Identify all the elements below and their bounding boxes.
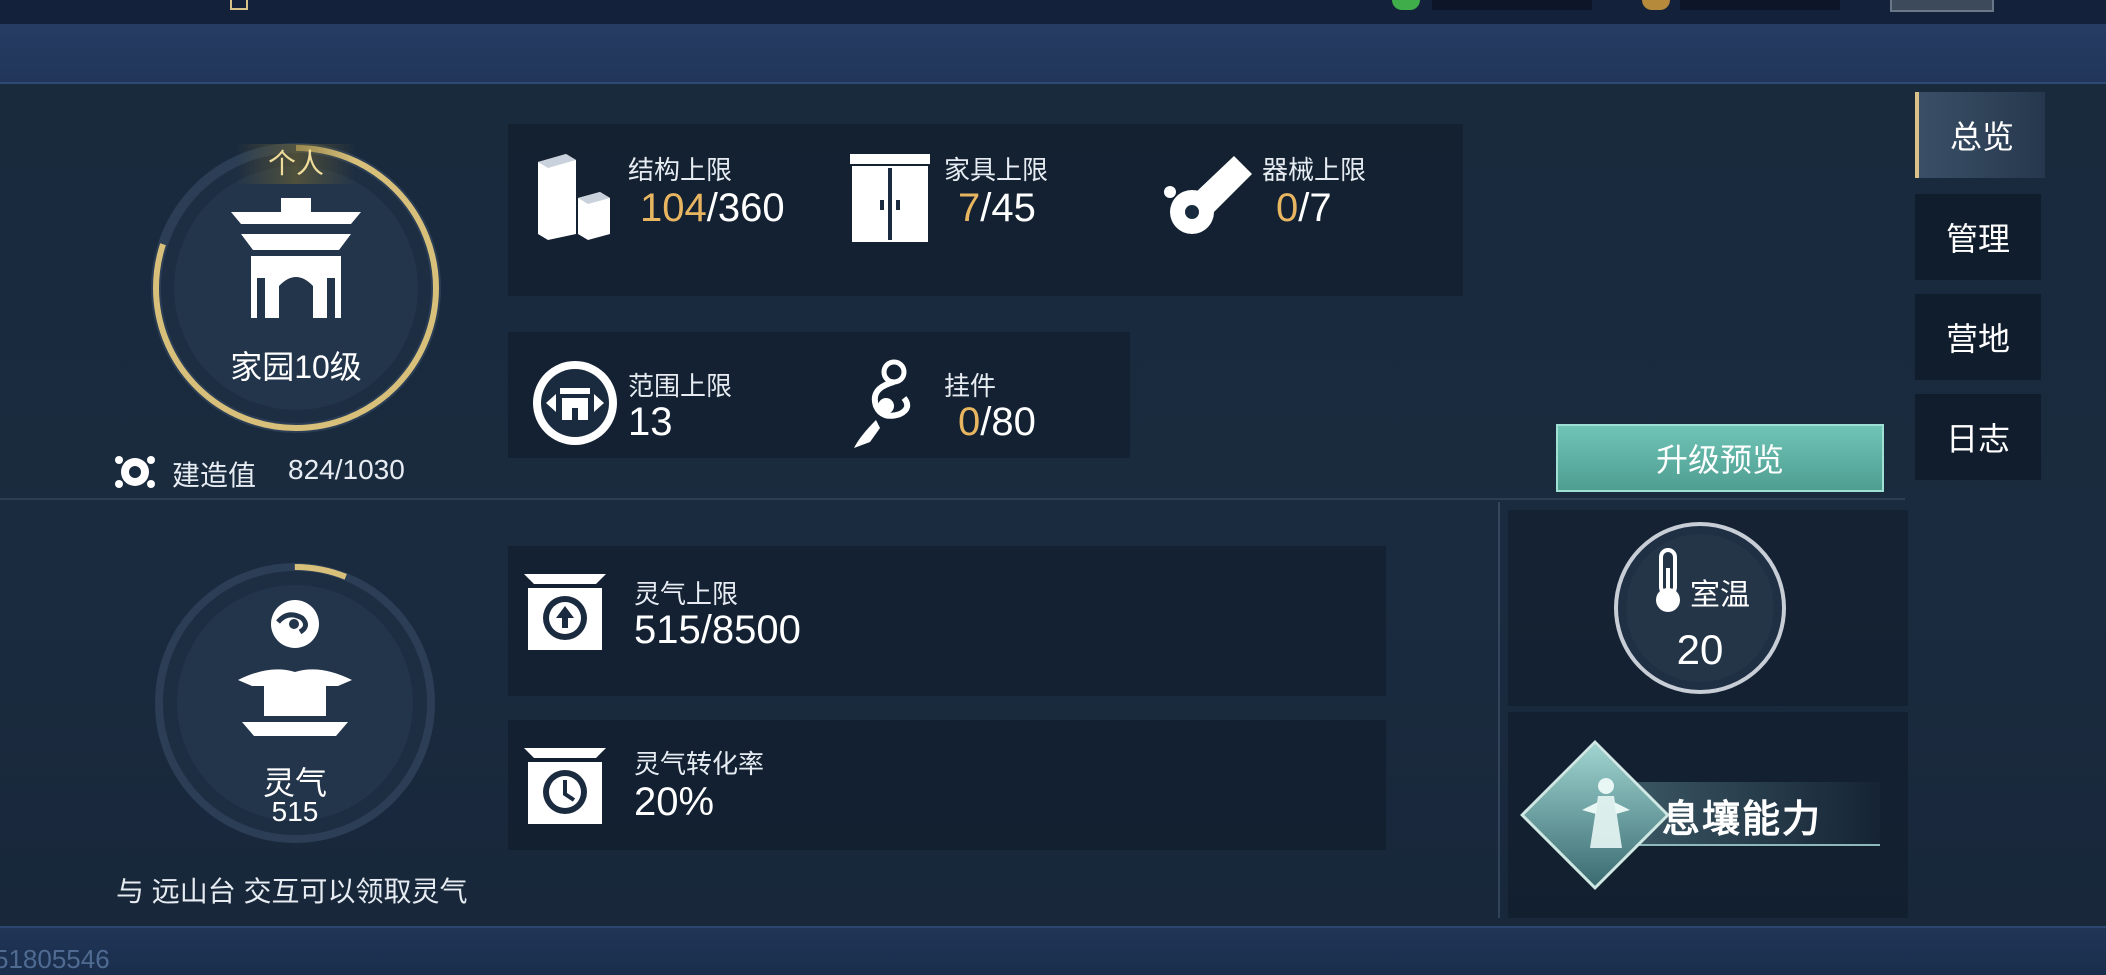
structure-blocks-icon — [530, 148, 620, 244]
home-emblem[interactable]: 个人 家园10级 — [146, 138, 446, 438]
diamond-icon — [230, 0, 248, 10]
equipment-current: 0 — [1276, 186, 1299, 230]
pendant-label: 挂件 — [944, 371, 997, 401]
cannon-icon — [1160, 150, 1256, 240]
green-gem-icon — [1392, 0, 1420, 10]
home-badge: 个人 — [236, 144, 356, 184]
structure-max: /360 — [706, 186, 785, 230]
spirit-cap-value: 515/8500 — [634, 608, 801, 652]
structure-value: 104/360 — [640, 186, 785, 231]
furniture-label: 家具上限 — [944, 155, 1049, 185]
pavilion-icon — [221, 194, 371, 324]
build-points-value: 824/1030 — [288, 454, 405, 485]
card-divider — [1498, 502, 1500, 918]
currency-bar — [1680, 0, 1840, 10]
furniture-max: /45 — [980, 186, 1036, 230]
range-label: 范围上限 — [628, 371, 733, 401]
pendant-current: 0 — [958, 400, 981, 444]
coin-icon — [1642, 0, 1670, 10]
equipment-label: 器械上限 — [1262, 155, 1367, 185]
structure-current: 104 — [640, 186, 707, 230]
goddess-icon — [1578, 774, 1634, 854]
furniture-current: 7 — [958, 186, 981, 230]
equipment-value: 0/7 — [1276, 186, 1332, 231]
tab-manage[interactable]: 管理 — [1915, 194, 2041, 280]
wardrobe-icon — [846, 150, 934, 244]
player-id: 51805546 — [0, 944, 110, 974]
section-divider — [0, 498, 1905, 500]
spirit-rate-icon — [520, 740, 610, 830]
build-points-icon — [113, 452, 157, 492]
range-icon — [530, 358, 620, 448]
tab-label: 日志 — [1945, 421, 2010, 457]
ability-button[interactable]: 息壤能力 — [1520, 740, 1880, 890]
tab-label: 管理 — [1945, 221, 2010, 257]
range-value: 13 — [628, 400, 673, 444]
furniture-value: 7/45 — [958, 186, 1036, 231]
structure-label: 结构上限 — [628, 155, 733, 185]
thermometer-icon — [1650, 548, 1686, 614]
ability-label: 息壤能力 — [1662, 799, 1823, 841]
spirit-rate-value: 20% — [634, 780, 715, 824]
build-points-label: 建造值 — [172, 460, 257, 491]
tab-label: 总览 — [1949, 119, 2014, 155]
temperature-label: 室温 — [1690, 579, 1750, 612]
top-button[interactable] — [1890, 0, 1994, 12]
tab-log[interactable]: 日志 — [1915, 394, 2041, 480]
temperature-dial[interactable]: 室温 20 — [1610, 518, 1790, 698]
spirit-altar-icon — [230, 592, 360, 742]
tab-overview[interactable]: 总览 — [1915, 92, 2045, 178]
spirit-cap-label: 灵气上限 — [634, 579, 739, 609]
equipment-max: /7 — [1298, 186, 1332, 230]
home-level: 家园10级 — [230, 349, 362, 385]
temperature-value: 20 — [1676, 626, 1724, 673]
spirit-hint: 与 远山台 交互可以领取灵气 — [116, 876, 468, 907]
tab-label: 营地 — [1945, 321, 2010, 357]
tab-camp[interactable]: 营地 — [1915, 294, 2041, 380]
top-bar — [0, 0, 2106, 24]
pendant-max: /80 — [980, 400, 1036, 444]
upgrade-preview-button[interactable]: 升级预览 — [1556, 424, 1884, 492]
title-bar — [0, 24, 2106, 84]
currency-bar — [1432, 0, 1592, 10]
pendant-icon — [850, 358, 920, 450]
spirit-amount: 515 — [271, 796, 319, 827]
spirit-emblem[interactable]: 灵气 515 — [150, 558, 440, 848]
spirit-rate-label: 灵气转化率 — [634, 749, 765, 779]
spirit-cap-icon — [520, 566, 610, 656]
bottom-bar: 51805546 — [0, 926, 2106, 974]
pendant-value: 0/80 — [958, 400, 1036, 445]
